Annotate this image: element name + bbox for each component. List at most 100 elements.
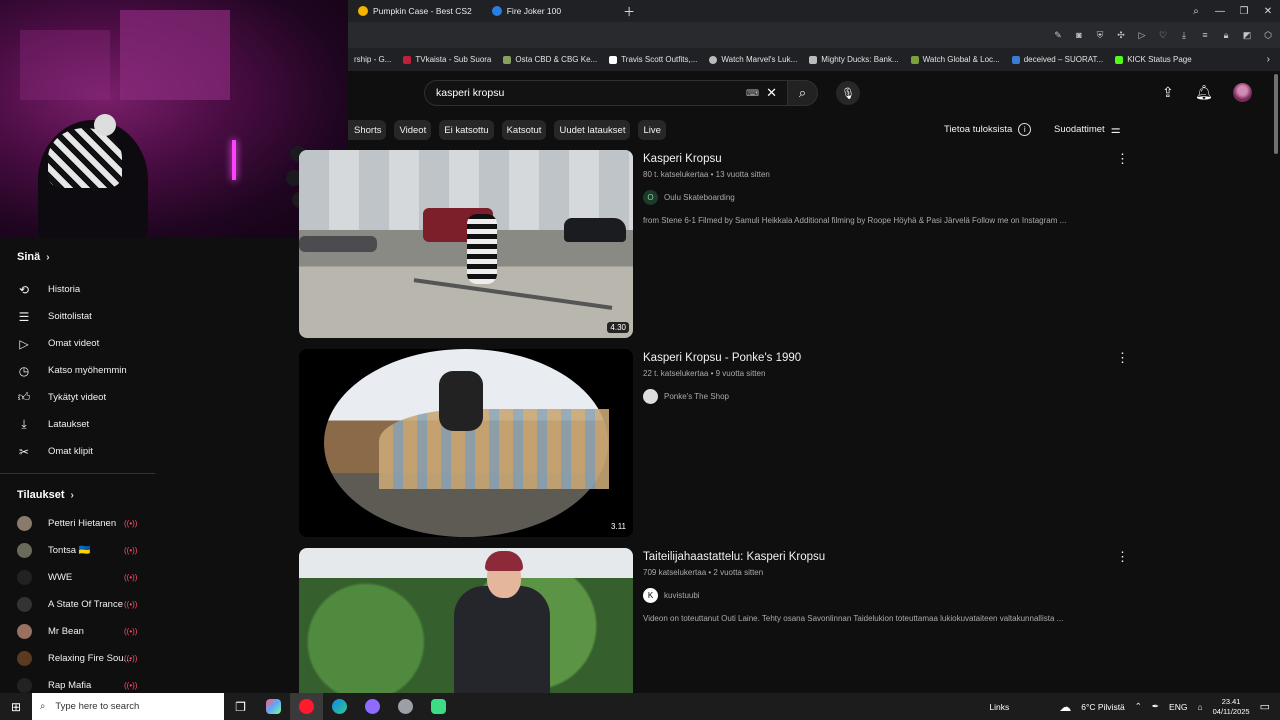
- cloud-icon: ☁: [1059, 699, 1072, 714]
- video-thumbnail[interactable]: 4.30: [299, 150, 633, 338]
- video-thumbnail[interactable]: [299, 548, 633, 693]
- clear-search-icon[interactable]: ✕: [766, 85, 777, 101]
- bookmark[interactable]: Travis Scott Outfits,...: [603, 55, 703, 64]
- channel-avatar: [17, 516, 32, 531]
- video-thumbnail[interactable]: 3.11: [299, 349, 633, 537]
- sidebar-item-clips[interactable]: ✂ Omat klipit: [0, 438, 155, 465]
- chip-recent[interactable]: Uudet lataukset: [554, 120, 631, 140]
- lock-icon[interactable]: 🔒︎: [1220, 30, 1232, 41]
- download-icon[interactable]: ⤓: [1178, 30, 1190, 41]
- search-icon: ⌕: [798, 85, 807, 100]
- sidebar-subscription[interactable]: Relaxing Fire Sou... ((•)): [0, 645, 155, 672]
- bookmark[interactable]: KICK Status Page: [1109, 55, 1197, 64]
- channel-link[interactable]: K kuvistuubi: [643, 588, 1113, 603]
- channel-avatar: [17, 597, 32, 612]
- page-scrollbar[interactable]: [1274, 74, 1278, 154]
- bookmark-favicon: [403, 55, 412, 64]
- sidebar-icon[interactable]: ◩: [1241, 30, 1253, 41]
- more-options-icon[interactable]: ⋮: [1116, 151, 1129, 167]
- edit-icon[interactable]: ✎: [1052, 30, 1064, 41]
- restore-icon[interactable]: ❐: [1232, 6, 1256, 17]
- voice-search-button[interactable]: 🎙︎: [836, 81, 860, 105]
- liked-videos-icon: 👍︎: [17, 390, 31, 404]
- more-options-icon[interactable]: ⋮: [1116, 350, 1129, 366]
- sidebar-subscription[interactable]: WWE ((•)): [0, 564, 155, 591]
- more-options-icon[interactable]: ⋮: [1116, 549, 1129, 565]
- chip-watched[interactable]: Katsotut: [501, 120, 547, 140]
- avatar[interactable]: [1233, 83, 1252, 102]
- tab-pumpkin-case[interactable]: Pumpkin Case - Best CS2: [348, 0, 482, 22]
- video-title[interactable]: Taiteilijahaastattelu: Kasperi Kropsu: [643, 551, 1113, 563]
- sidebar-item-label: Historia: [48, 284, 81, 295]
- language-indicator[interactable]: ENG: [1169, 702, 1187, 712]
- search-button[interactable]: ⌕: [788, 80, 818, 106]
- video-title[interactable]: Kasperi Kropsu - Ponke's 1990: [643, 352, 1113, 364]
- upload-icon[interactable]: ⇪: [1162, 84, 1174, 101]
- clock[interactable]: 23.41 04/11/2025: [1213, 697, 1250, 717]
- search-tabs-icon[interactable]: ⌕: [1184, 6, 1208, 17]
- sidebar-subscription[interactable]: Tontsa 🇺🇦 ((•)): [0, 537, 155, 564]
- bookmark[interactable]: Osta CBD & CBG Ke...: [497, 55, 603, 64]
- sidebar-subscription[interactable]: A State Of Trance ((•)): [0, 591, 155, 618]
- bookmark[interactable]: rship - G...: [348, 55, 397, 64]
- sidebar-subscription[interactable]: Mr Bean ((•)): [0, 618, 155, 645]
- sidebar-item-downloads[interactable]: ⤓ Lataukset: [0, 411, 155, 438]
- sidebar-item-watch-later[interactable]: ◷ Katso myöhemmin: [0, 357, 155, 384]
- video-description: Videon on toteuttanut Outi Laine. Tehty …: [643, 614, 1064, 623]
- pen-icon[interactable]: ✒: [1152, 701, 1159, 712]
- chevron-up-icon[interactable]: ⌃: [1135, 701, 1142, 712]
- network-icon[interactable]: ⌂: [1197, 702, 1202, 712]
- channel-link[interactable]: Ponke's The Shop: [643, 389, 1113, 404]
- plus-icon[interactable]: ＋: [617, 3, 641, 20]
- chip-live[interactable]: Live: [638, 120, 666, 140]
- sidebar-subscription[interactable]: Petteri Hietanen ((•)): [0, 510, 155, 537]
- taskbar-search-input[interactable]: ⌕ Type here to search: [32, 693, 224, 720]
- chip-unwatched[interactable]: Ei katsottu: [439, 120, 494, 140]
- channel-link[interactable]: O Oulu Skateboarding: [643, 190, 1113, 205]
- sidebar-item-label: Katso myöhemmin: [48, 365, 127, 376]
- chevron-right-icon[interactable]: ›: [1267, 54, 1280, 65]
- bookmark[interactable]: Watch Marvel's Luk...: [703, 55, 803, 64]
- chip-shorts[interactable]: Shorts: [348, 120, 387, 140]
- close-icon[interactable]: ✕: [1256, 6, 1280, 17]
- shield-app-icon[interactable]: [389, 693, 422, 720]
- spreadsheet-app-icon[interactable]: [422, 693, 455, 720]
- weather-label[interactable]: 6°C Pilvistä: [1081, 702, 1125, 712]
- cube-icon[interactable]: ⬡: [1262, 30, 1274, 41]
- keyboard-icon[interactable]: ⌨: [746, 88, 759, 99]
- about-results-link[interactable]: Tietoa tuloksista i: [944, 123, 1032, 136]
- edge-icon[interactable]: [323, 693, 356, 720]
- bookmark[interactable]: Watch Global & Loc...: [905, 55, 1006, 64]
- sidebar-item-your-videos[interactable]: ▷ Omat videot: [0, 330, 155, 357]
- shield-icon[interactable]: ⛨: [1094, 30, 1106, 41]
- sidebar-subscriptions-header[interactable]: Tilaukset ›: [0, 480, 155, 510]
- search-input[interactable]: kasperi kropsu ⌨ ✕: [424, 80, 788, 106]
- channel-avatar: [17, 678, 32, 693]
- bookmark[interactable]: Mighty Ducks: Bank...: [803, 55, 904, 64]
- sidebar-item-playlists[interactable]: ☰ Soittolistat: [0, 303, 155, 330]
- opera-icon[interactable]: [290, 693, 323, 720]
- task-view-icon[interactable]: ❐: [224, 693, 257, 720]
- minimize-icon[interactable]: —: [1208, 6, 1232, 17]
- sidebar-item-history[interactable]: ⟲ Historia: [0, 276, 155, 303]
- sliders-icon: ⚌: [1110, 124, 1121, 136]
- tab-fire-joker[interactable]: Fire Joker 100: [482, 0, 571, 22]
- windows-start-icon[interactable]: ⊞: [0, 693, 32, 720]
- play-icon[interactable]: ▷: [1136, 30, 1148, 41]
- sidebar-item-liked[interactable]: 👍︎ Tykätyt videot: [0, 384, 155, 411]
- video-title[interactable]: Kasperi Kropsu: [643, 153, 1113, 165]
- extension-icon[interactable]: ✣: [1115, 30, 1127, 41]
- notifications-icon[interactable]: ▭: [1260, 700, 1270, 713]
- chip-videos[interactable]: Videot: [394, 120, 432, 140]
- links-toolbar[interactable]: Links: [989, 702, 1009, 712]
- heart-icon[interactable]: ♡: [1157, 30, 1169, 41]
- colorful-app-icon[interactable]: [257, 693, 290, 720]
- discord-icon[interactable]: [356, 693, 389, 720]
- bookmark[interactable]: deceived – SUORAT...: [1006, 55, 1109, 64]
- bell-icon[interactable]: 🔔︎: [1195, 84, 1213, 101]
- sidebar-you-header[interactable]: Sinä ›: [0, 238, 155, 276]
- bookmark[interactable]: TVkaista - Sub Suora: [397, 55, 497, 64]
- filters-button[interactable]: Suodattimet ⚌: [1054, 123, 1121, 136]
- camera-icon[interactable]: ◙: [1073, 30, 1085, 40]
- menu-icon[interactable]: ≡: [1199, 30, 1211, 40]
